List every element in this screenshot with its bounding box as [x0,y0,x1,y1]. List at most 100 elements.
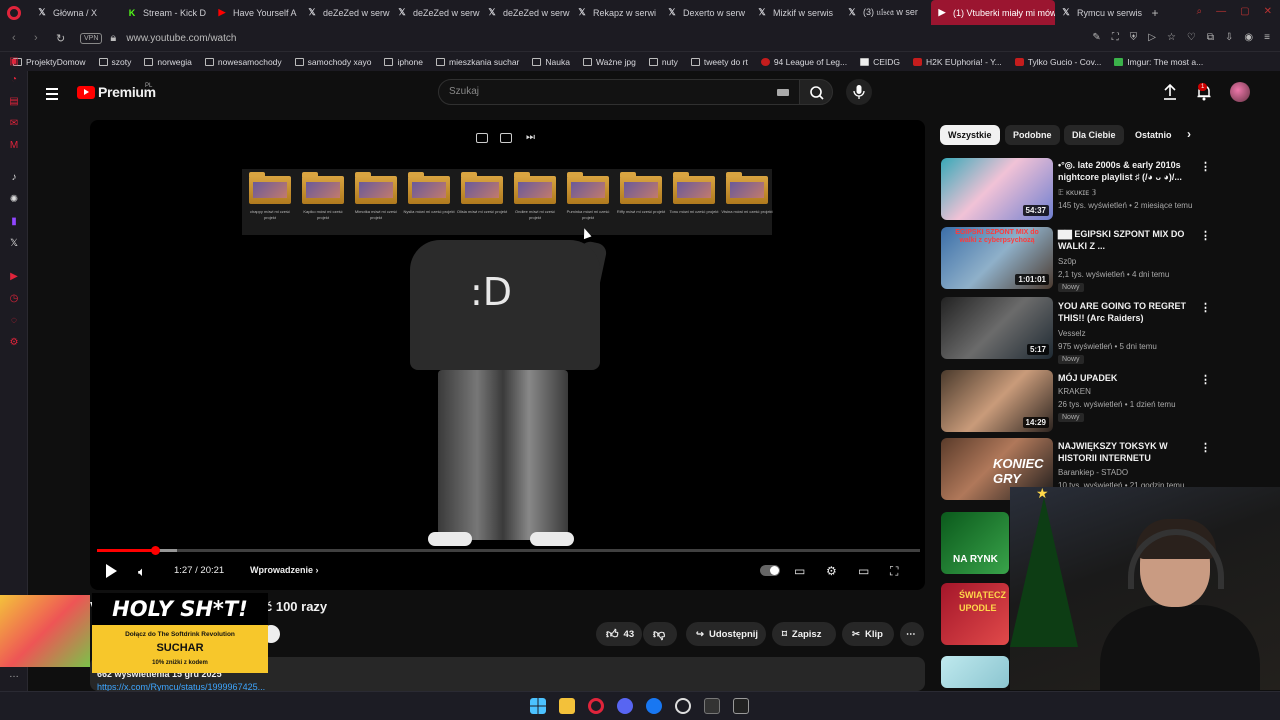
speed-dial-icon[interactable]: ▣ [8,56,20,68]
recommendation-thumbnail[interactable]: EGIPSKI SZPONT MIX do walki z cyberpsych… [941,227,1053,289]
search-tabs-icon[interactable]: ⌕ [1197,6,1203,17]
recommendation-thumbnail[interactable]: 14:29 [941,370,1053,432]
scrubber-handle[interactable] [151,546,160,555]
browser-tab[interactable]: ▶ Have Yourself A [211,0,301,25]
obs-icon[interactable] [675,698,691,714]
chat-icon[interactable]: ◌ [8,315,20,327]
recommendation-channel[interactable]: Sz0p [1058,257,1076,266]
pin-icon[interactable]: ✎ [1092,32,1100,43]
url-input[interactable]: www.youtube.com/watch [126,33,236,44]
bookmark-item[interactable]: szoty [98,57,131,67]
bookmark-item[interactable]: ProjektyDomow [13,57,86,67]
browser-tab[interactable]: 𝕏deZeZed w serw [301,0,391,25]
history-icon[interactable]: ◷ [8,293,20,305]
browser-tab[interactable]: 𝕏 Dexerto w serw [661,0,751,25]
browser-tab[interactable]: 𝕏 Rymcu w serwis [1055,0,1145,25]
opera-gx-icon[interactable] [588,698,604,714]
bookmark-item[interactable]: Tylko Gucio - Cov... [1014,57,1101,67]
bag-icon[interactable]: ▤ [8,96,20,108]
messenger-icon[interactable] [646,698,662,714]
recommendation-channel[interactable]: Vesselz [1058,329,1086,338]
volume-icon[interactable]: 🔈︎ [138,564,146,580]
browser-tab[interactable]: 𝕏 Rekapz w serwi [571,0,661,25]
cast-icon[interactable] [500,133,512,143]
profile-icon[interactable]: ◉ [1244,32,1253,43]
recommendation-thumbnail[interactable]: 5:17 [941,297,1053,359]
youtube-logo[interactable]: Premium [77,84,156,100]
more-vertical-icon[interactable]: ⋮ [1200,441,1211,454]
bookmark-item[interactable]: norwegia [144,57,192,67]
keyboard-icon[interactable] [777,89,789,96]
browser-tab[interactable]: 𝕏 Mizkif w serwis [751,0,841,25]
recommendation-thumbnail[interactable]: ŚWIĄTECZ UPODLE [941,583,1009,645]
more-vertical-icon[interactable]: ⋮ [1200,373,1211,386]
maximize-icon[interactable]: ▢ [1240,6,1249,17]
browser-tab[interactable]: 𝕏deZeZed w serw [391,0,481,25]
chip-all[interactable]: Wszystkie [940,125,1000,145]
extensions-icon[interactable]: ⧉ [1207,32,1214,43]
minimize-icon[interactable]: — [1216,6,1226,17]
browser-tab[interactable]: K Stream - Kick D [121,0,211,25]
terminal-icon[interactable] [704,698,720,714]
chip-related[interactable]: Podobne [1005,125,1060,145]
chip-recent[interactable]: Ostatnio [1127,125,1180,145]
file-explorer-icon[interactable] [559,698,575,714]
twitch-icon[interactable]: ▮ [8,216,20,228]
close-icon[interactable]: ✕ [1264,6,1272,17]
like-button[interactable]: 👍︎ 43 [596,622,642,646]
share-button[interactable]: ↪ Udostępnij [686,622,766,646]
video-player[interactable]: ⏭ chappy mówi mi cześć projekt Kapiko mów… [90,120,925,590]
recommendation-thumbnail[interactable] [941,656,1009,688]
x-icon[interactable]: 𝕏 [8,238,20,250]
bookmark-icon[interactable]: ☆ [1167,32,1176,43]
upload-icon[interactable] [1162,83,1178,101]
autoplay-toggle[interactable] [760,565,780,576]
browser-tab[interactable]: 𝕏deZeZed w serw [481,0,571,25]
browser-tab[interactable]: 𝕏 (3) 𝔲𝔩𝔰𝔢𝔞 w ser [841,0,931,25]
save-button[interactable]: ⌑ Zapisz [772,622,836,646]
more-vertical-icon[interactable]: ⋮ [1200,301,1211,314]
shield-icon[interactable]: ⛨ [1130,32,1138,43]
chevron-right-icon[interactable]: › [1187,127,1191,141]
bookmark-item[interactable]: samochody xayo [294,57,371,67]
search-button[interactable] [799,79,833,105]
messenger-icon[interactable]: ✉ [8,118,20,130]
epic-games-icon[interactable] [733,698,749,714]
aria-icon[interactable]: ◔ [8,74,20,86]
recommendation-thumbnail[interactable]: 54:37 [941,158,1053,220]
forward-icon[interactable]: › [34,32,44,44]
bookmark-item[interactable]: nuty [648,57,678,67]
browser-tab-active[interactable]: ▶ (1) Vtuberki miały mi mów [931,0,1055,25]
bookmark-item[interactable]: Imgur: The most a... [1114,57,1203,67]
subtitles-icon[interactable]: ▭ [794,564,805,578]
recommendation-title[interactable]: YOU ARE GOING TO REGRET THIS!! (Arc Raid… [1058,300,1190,324]
reload-icon[interactable]: ↻ [56,32,66,45]
heart-icon[interactable]: ♡ [1187,32,1196,43]
recommendation-title[interactable]: ▇▇ EGIPSKI SZPONT MIX DO WALKI Z ... [1058,228,1190,252]
more-vertical-icon[interactable]: ⋮ [1200,160,1211,173]
recommendation-channel[interactable]: 𝔼 ᴋᴋᴜᴋɪᴇ 𝟛 [1058,188,1097,197]
menu-icon[interactable]: ≡ [1264,32,1270,43]
snapshot-icon[interactable]: ⛶ [1112,32,1119,43]
chatgpt-icon[interactable]: ✺ [8,194,20,206]
chip-for-you[interactable]: Dla Ciebie [1064,125,1124,145]
chapter-button[interactable]: Wprowadzenie › [250,565,319,575]
play-icon[interactable] [106,564,117,578]
recommendation-channel[interactable]: KRAKEN [1058,387,1091,396]
new-tab-button[interactable]: + [1145,6,1165,20]
voice-search-button[interactable] [846,79,872,105]
hamburger-menu-icon[interactable] [46,88,58,103]
windows-start-icon[interactable] [530,698,546,714]
skip-icon[interactable]: ⏭ [526,133,538,143]
more-actions-button[interactable]: ⋯ [900,622,924,646]
player-icon[interactable]: ▶ [8,271,20,283]
recommendation-title[interactable]: MÓJ UPADEK [1058,372,1190,384]
recommendation-title[interactable]: •°◎. late 2000s & early 2010s nightcore … [1058,159,1190,183]
miniplayer-icon[interactable] [476,133,488,143]
bookmark-item[interactable]: Nauka [532,57,570,67]
bookmark-item[interactable]: mieszkania suchar [436,57,519,67]
clip-button[interactable]: ✂ Klip [842,622,894,646]
tiktok-icon[interactable]: ♪ [8,172,20,184]
bookmark-item[interactable]: CEIDG [860,57,900,67]
lock-icon[interactable]: 🔒︎ [110,32,120,45]
